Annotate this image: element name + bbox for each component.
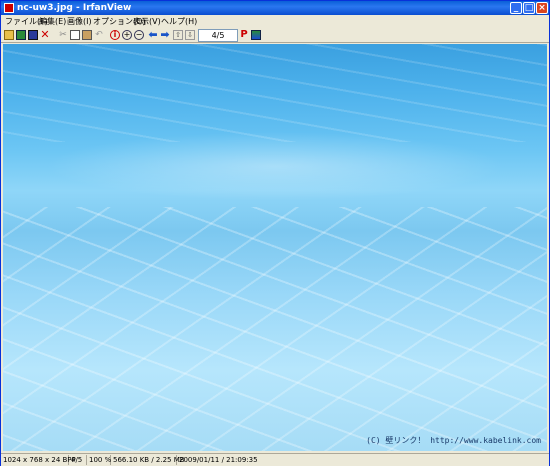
paint-icon[interactable]: P: [239, 30, 249, 40]
window-title: nc-uw3.jpg - IrfanView: [17, 3, 132, 13]
status-dimensions: 1024 x 768 x 24 BPP: [3, 455, 76, 465]
seabed-caustics: [3, 206, 547, 451]
toolbar: ✕ ✂ ↶ i + − ⬅ ➡ ⇧ ⇩ 4/5 P: [1, 28, 549, 43]
minimize-button[interactable]: _: [510, 2, 522, 14]
image-viewport[interactable]: (C) 壁リンク！ http://www.kabelink.com: [3, 44, 547, 451]
status-datetime: 2009/01/11 / 21:09:35: [179, 456, 258, 464]
next-arrow-icon[interactable]: ➡: [160, 29, 170, 40]
menu-bar: ファイル(F) 編集(E) 画像(I) オプション(O) 表示(V) ヘルプ(H…: [1, 15, 549, 28]
scan-icon[interactable]: [251, 30, 261, 40]
status-filesize: 566.10 KB / 2.25 MB: [113, 455, 185, 465]
cut-icon[interactable]: ✂: [58, 30, 68, 40]
zoom-in-icon[interactable]: +: [122, 30, 132, 40]
copy-icon[interactable]: [70, 30, 80, 40]
maximize-button[interactable]: □: [523, 2, 535, 14]
paste-icon[interactable]: [82, 30, 92, 40]
status-bar: 1024 x 768 x 24 BPP 4/5 100 % 566.10 KB …: [1, 453, 549, 466]
image-watermark: (C) 壁リンク！ http://www.kabelink.com: [366, 436, 541, 445]
menu-image[interactable]: 画像(I): [67, 16, 92, 27]
irfanview-app-icon[interactable]: [4, 3, 14, 13]
undo-icon[interactable]: ↶: [94, 30, 104, 40]
prev-arrow-icon[interactable]: ⬅: [148, 29, 158, 40]
status-zoom: 100 %: [89, 455, 112, 465]
menu-edit[interactable]: 編集(E): [39, 16, 66, 27]
first-file-icon[interactable]: ⇧: [173, 30, 183, 40]
info-icon[interactable]: i: [110, 30, 120, 40]
delete-icon[interactable]: ✕: [40, 29, 50, 40]
save-icon[interactable]: [28, 30, 38, 40]
status-index: 4/5: [71, 455, 87, 465]
irfanview-window: nc-uw3.jpg - IrfanView _ □ × ファイル(F) 編集(…: [0, 0, 550, 466]
close-button[interactable]: ×: [536, 2, 548, 14]
menu-view[interactable]: 表示(V): [133, 16, 161, 27]
page-indicator[interactable]: 4/5: [198, 29, 238, 42]
open-folder-icon[interactable]: [4, 30, 14, 40]
thumbnails-icon[interactable]: [16, 30, 26, 40]
menu-help[interactable]: ヘルプ(H): [161, 16, 197, 27]
water-surface-ripples: [3, 44, 547, 142]
zoom-out-icon[interactable]: −: [134, 30, 144, 40]
last-file-icon[interactable]: ⇩: [185, 30, 195, 40]
title-bar[interactable]: nc-uw3.jpg - IrfanView _ □ ×: [1, 1, 549, 15]
